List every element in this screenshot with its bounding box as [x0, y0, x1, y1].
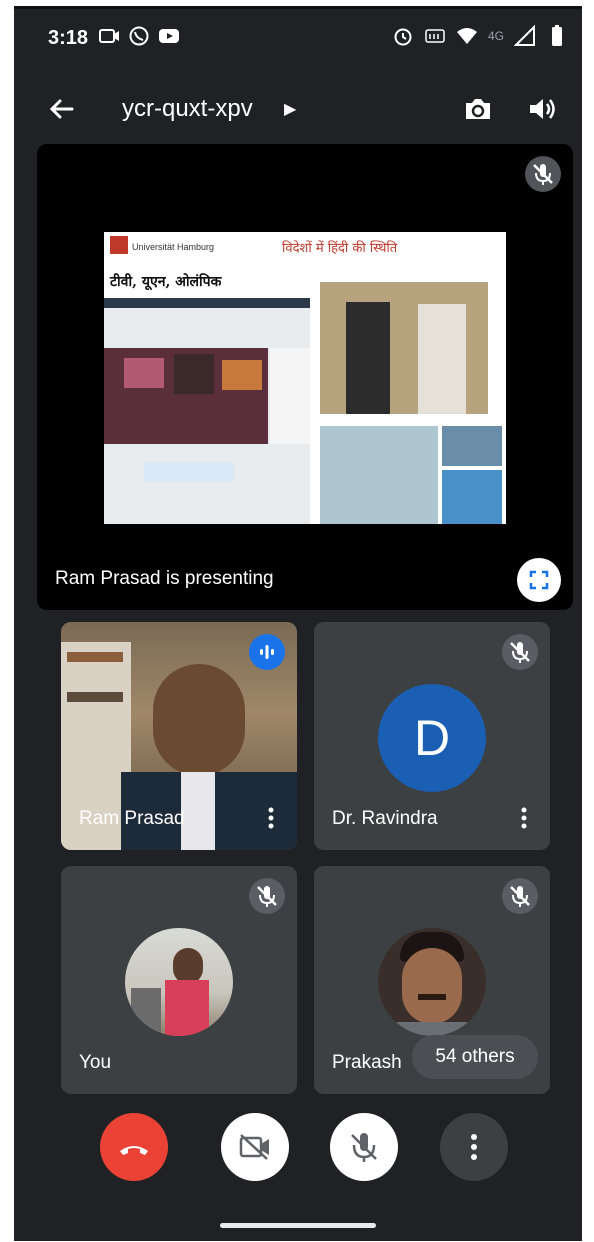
- cast-icon: [99, 29, 119, 43]
- volte-icon: [425, 29, 445, 43]
- slide-photo: [320, 282, 488, 414]
- wifi-icon: [456, 28, 477, 44]
- university-logo: [110, 236, 128, 254]
- battery-icon: [552, 25, 562, 46]
- muted-indicator: [502, 878, 538, 914]
- muted-indicator: [502, 634, 538, 670]
- notification-icons: [98, 25, 180, 47]
- speaking-indicator: [249, 634, 285, 670]
- others-count-pill[interactable]: 54 others: [412, 1035, 538, 1079]
- fullscreen-button[interactable]: [517, 558, 561, 602]
- participant-tile-you[interactable]: You: [61, 866, 297, 1094]
- mic-off-icon: [510, 886, 530, 907]
- avatar: [125, 928, 233, 1036]
- participant-name: You: [79, 1052, 112, 1073]
- more-options-button[interactable]: [440, 1113, 508, 1181]
- participant-name: Dr. Ravindra: [332, 808, 438, 829]
- avatar: D: [378, 684, 486, 792]
- slide-hindi-title: विदेशों में हिंदी की स्थिति: [282, 241, 398, 256]
- speaker-icon[interactable]: [522, 89, 562, 129]
- slide-map: [320, 426, 438, 524]
- slide-un-logo: [442, 470, 502, 524]
- whatsapp-icon: [129, 26, 149, 46]
- phone-screen: 3:18 4G ycr-quxt-xpv ▶ Universität Hambu…: [14, 6, 582, 1241]
- more-vert-icon: [471, 1134, 477, 1160]
- university-name: Universität Hamburg: [132, 242, 215, 252]
- muted-indicator: [249, 878, 285, 914]
- participant-name: Prakash: [332, 1052, 402, 1073]
- home-indicator[interactable]: [220, 1223, 376, 1228]
- back-arrow-icon[interactable]: [42, 89, 82, 129]
- network-type: 4G: [487, 29, 504, 43]
- mic-off-icon: [533, 164, 553, 185]
- mic-off-icon: [510, 642, 530, 663]
- slide-hindi-subtitle: टीवी, यूएन, ओलंपिक: [110, 274, 222, 290]
- alarm-icon: [394, 28, 412, 46]
- end-call-button[interactable]: [100, 1113, 168, 1181]
- participant-name: Ram Prasad: [79, 808, 185, 829]
- videocam-off-icon: [239, 1134, 269, 1160]
- presenting-label: Ram Prasad is presenting: [55, 568, 274, 589]
- mic-toggle-button[interactable]: [330, 1113, 398, 1181]
- presentation-mic-off: [525, 156, 561, 192]
- meeting-code[interactable]: ycr-quxt-xpv: [122, 95, 253, 123]
- audio-wave-icon: [260, 645, 274, 659]
- camera-toggle-button[interactable]: [221, 1113, 289, 1181]
- participant-tile-dr-ravindra[interactable]: D Dr. Ravindra: [314, 622, 550, 850]
- avatar: [378, 928, 486, 1036]
- meeting-top-bar: ycr-quxt-xpv ▶: [14, 81, 582, 137]
- call-end-icon: [120, 1146, 148, 1155]
- shared-slide: Universität Hamburg विदेशों में हिंदी की…: [104, 232, 506, 524]
- status-bar: 3:18 4G: [14, 9, 582, 69]
- mic-off-icon: [257, 886, 277, 907]
- participant-tile-ram-prasad[interactable]: Ram Prasad: [61, 622, 297, 850]
- status-time: 3:18: [48, 27, 89, 49]
- signal-icon: [514, 25, 535, 46]
- mic-off-icon: [351, 1133, 377, 1162]
- presentation-tile[interactable]: Universität Hamburg विदेशों में हिंदी की…: [37, 144, 573, 610]
- youtube-icon: [159, 29, 179, 43]
- slide-browser-screenshot: [104, 298, 310, 524]
- more-vert-icon[interactable]: [512, 804, 536, 832]
- caret-right-icon[interactable]: ▶: [284, 99, 296, 119]
- system-icons: 4G: [392, 25, 568, 47]
- more-vert-icon[interactable]: [259, 804, 283, 832]
- slide-thumb: [442, 426, 502, 466]
- flip-camera-icon[interactable]: [458, 89, 498, 129]
- fullscreen-icon: [529, 570, 549, 590]
